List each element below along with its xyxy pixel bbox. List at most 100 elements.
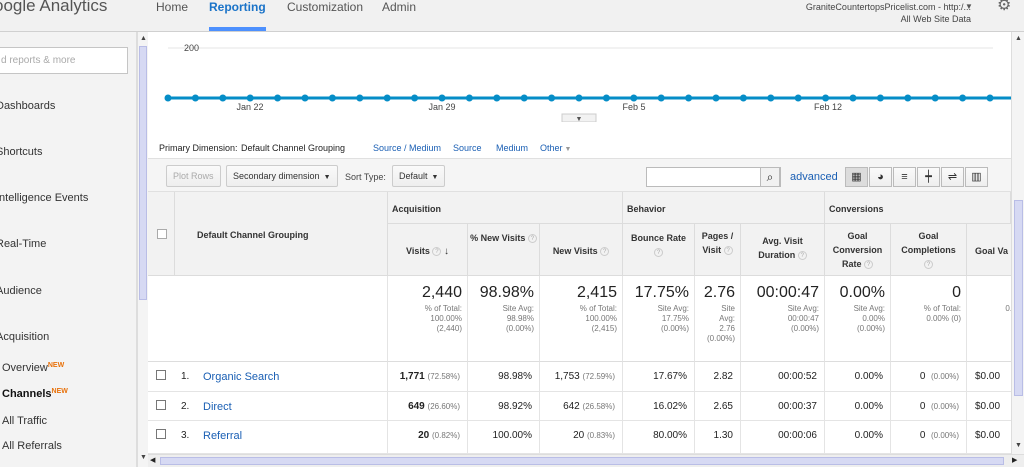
page-scrollbar[interactable]: ▲ ▼ xyxy=(1011,32,1024,454)
term-cloud-view-icon[interactable]: ⇌ xyxy=(941,167,964,187)
help-icon[interactable]: ? xyxy=(864,260,874,270)
data-point[interactable] xyxy=(931,94,939,102)
dimension-source-medium[interactable]: Source / Medium xyxy=(373,143,441,153)
data-point[interactable] xyxy=(849,94,857,102)
data-point[interactable] xyxy=(876,94,884,102)
help-icon[interactable]: ? xyxy=(723,246,733,256)
row-checkbox[interactable] xyxy=(156,370,166,380)
data-point[interactable] xyxy=(712,94,720,102)
dimension-other[interactable]: Other ▼ xyxy=(540,143,571,153)
sidebar-scrollbar[interactable]: ▲ ▼ xyxy=(137,32,148,467)
col-header-visits[interactable]: Visits ? ↓ xyxy=(388,224,468,276)
plot-rows-button[interactable]: Plot Rows xyxy=(166,165,221,187)
col-header-goal-conversion-rate[interactable]: Goal Conversion Rate ? xyxy=(825,224,891,276)
help-icon[interactable]: ? xyxy=(924,260,933,270)
data-point[interactable] xyxy=(246,94,254,102)
data-point[interactable] xyxy=(493,94,501,102)
scroll-up-icon[interactable]: ▲ xyxy=(1015,35,1022,42)
dimension-source[interactable]: Source xyxy=(453,143,482,153)
data-point[interactable] xyxy=(219,94,227,102)
sidebar-item-audience[interactable]: Audience xyxy=(0,285,42,297)
advanced-filter-link[interactable]: advanced xyxy=(790,171,838,183)
chevron-down-icon[interactable]: ▼ xyxy=(965,2,973,11)
data-point[interactable] xyxy=(438,94,446,102)
col-header-bounce-rate[interactable]: Bounce Rate? xyxy=(623,224,695,276)
sidebar-item-all-referrals[interactable]: All Referrals xyxy=(2,440,62,452)
search-icon[interactable]: ⌕ xyxy=(760,167,780,187)
scroll-right-icon[interactable]: ▶ xyxy=(1012,456,1017,464)
help-icon[interactable]: ? xyxy=(527,234,537,244)
data-point[interactable] xyxy=(986,94,994,102)
data-point[interactable] xyxy=(383,94,391,102)
col-header-pages-per-visit[interactable]: Pages / Visit ? xyxy=(695,224,741,276)
app-logo[interactable]: oogle Analytics xyxy=(0,0,107,16)
pivot-view-icon[interactable]: ▥ xyxy=(965,167,988,187)
dimension-header[interactable]: Default Channel Grouping xyxy=(175,192,388,276)
data-point[interactable] xyxy=(328,94,336,102)
data-point[interactable] xyxy=(767,94,775,102)
row-channel-link[interactable]: Referral xyxy=(203,430,242,442)
data-point[interactable] xyxy=(191,94,199,102)
row-checkbox[interactable] xyxy=(156,429,166,439)
data-point[interactable] xyxy=(959,94,967,102)
nav-home[interactable]: Home xyxy=(156,0,188,14)
scroll-up-icon[interactable]: ▲ xyxy=(140,35,147,42)
comparison-view-icon[interactable]: ┿ xyxy=(917,167,940,187)
col-header-avg-visit-duration[interactable]: Avg. Visit Duration ? xyxy=(741,224,825,276)
sidebar-item-acquisition[interactable]: Acquisition xyxy=(0,331,49,343)
sidebar-item-shortcuts[interactable]: Shortcuts xyxy=(0,146,42,158)
sidebar-item-real-time[interactable]: Real-Time xyxy=(0,238,46,250)
data-point[interactable] xyxy=(657,94,665,102)
data-point[interactable] xyxy=(739,94,747,102)
scrollbar-thumb[interactable] xyxy=(1014,200,1023,396)
chevron-down-icon[interactable]: ▼ xyxy=(576,116,583,123)
data-point[interactable] xyxy=(164,94,172,102)
data-point[interactable] xyxy=(575,94,583,102)
data-point[interactable] xyxy=(520,94,528,102)
data-point[interactable] xyxy=(548,94,556,102)
data-point[interactable] xyxy=(602,94,610,102)
gear-icon[interactable]: ⚙ xyxy=(997,0,1011,15)
col-header-new-visits[interactable]: New Visits ? xyxy=(540,224,623,276)
data-point[interactable] xyxy=(822,94,830,102)
col-header-goal-value[interactable]: Goal Va xyxy=(967,224,1011,276)
report-search-input[interactable]: d reports & more xyxy=(0,47,128,74)
performance-view-icon[interactable]: ≡ xyxy=(893,167,916,187)
data-point[interactable] xyxy=(685,94,693,102)
data-point[interactable] xyxy=(465,94,473,102)
sidebar-item-overview[interactable]: OverviewNEW xyxy=(2,362,64,374)
col-header-pct-new-visits[interactable]: % New Visits ? xyxy=(468,224,540,276)
horizontal-scrollbar[interactable]: ◀ ▶ xyxy=(148,454,1024,467)
help-icon[interactable]: ? xyxy=(600,247,610,257)
sidebar-item-dashboards[interactable]: Dashboards xyxy=(0,100,55,112)
scrollbar-thumb[interactable] xyxy=(139,46,147,300)
col-header-goal-completions[interactable]: Goal Completions ? xyxy=(891,224,967,276)
data-point[interactable] xyxy=(274,94,282,102)
data-point[interactable] xyxy=(904,94,912,102)
row-channel-link[interactable]: Organic Search xyxy=(203,371,279,383)
sort-type-dropdown[interactable]: Default ▼ xyxy=(392,165,446,187)
select-all-checkbox[interactable] xyxy=(157,229,167,239)
nav-admin[interactable]: Admin xyxy=(382,0,416,14)
scroll-down-icon[interactable]: ▼ xyxy=(140,454,147,461)
pie-view-icon[interactable]: ◕ xyxy=(869,167,892,187)
nav-reporting[interactable]: Reporting xyxy=(209,0,266,31)
secondary-dimension-dropdown[interactable]: Secondary dimension ▼ xyxy=(226,165,338,187)
help-icon[interactable]: ? xyxy=(432,247,442,257)
sort-desc-icon[interactable]: ↓ xyxy=(444,246,449,257)
data-point[interactable] xyxy=(794,94,802,102)
data-point[interactable] xyxy=(630,94,638,102)
row-checkbox[interactable] xyxy=(156,400,166,410)
data-point[interactable] xyxy=(411,94,419,102)
sidebar-item-channels[interactable]: ChannelsNEW xyxy=(2,388,68,400)
data-point[interactable] xyxy=(356,94,364,102)
table-view-icon[interactable]: ▦ xyxy=(845,167,868,187)
sidebar-item-all-traffic[interactable]: All Traffic xyxy=(2,415,47,427)
data-point[interactable] xyxy=(301,94,309,102)
dimension-medium[interactable]: Medium xyxy=(496,143,528,153)
row-channel-link[interactable]: Direct xyxy=(203,401,232,413)
sidebar-item-intelligence-events[interactable]: Intelligence Events xyxy=(0,192,88,204)
scrollbar-thumb[interactable] xyxy=(160,457,1004,465)
account-selector[interactable]: GraniteCountertopsPricelist.com - http:/… xyxy=(806,1,971,25)
nav-customization[interactable]: Customization xyxy=(287,0,363,14)
